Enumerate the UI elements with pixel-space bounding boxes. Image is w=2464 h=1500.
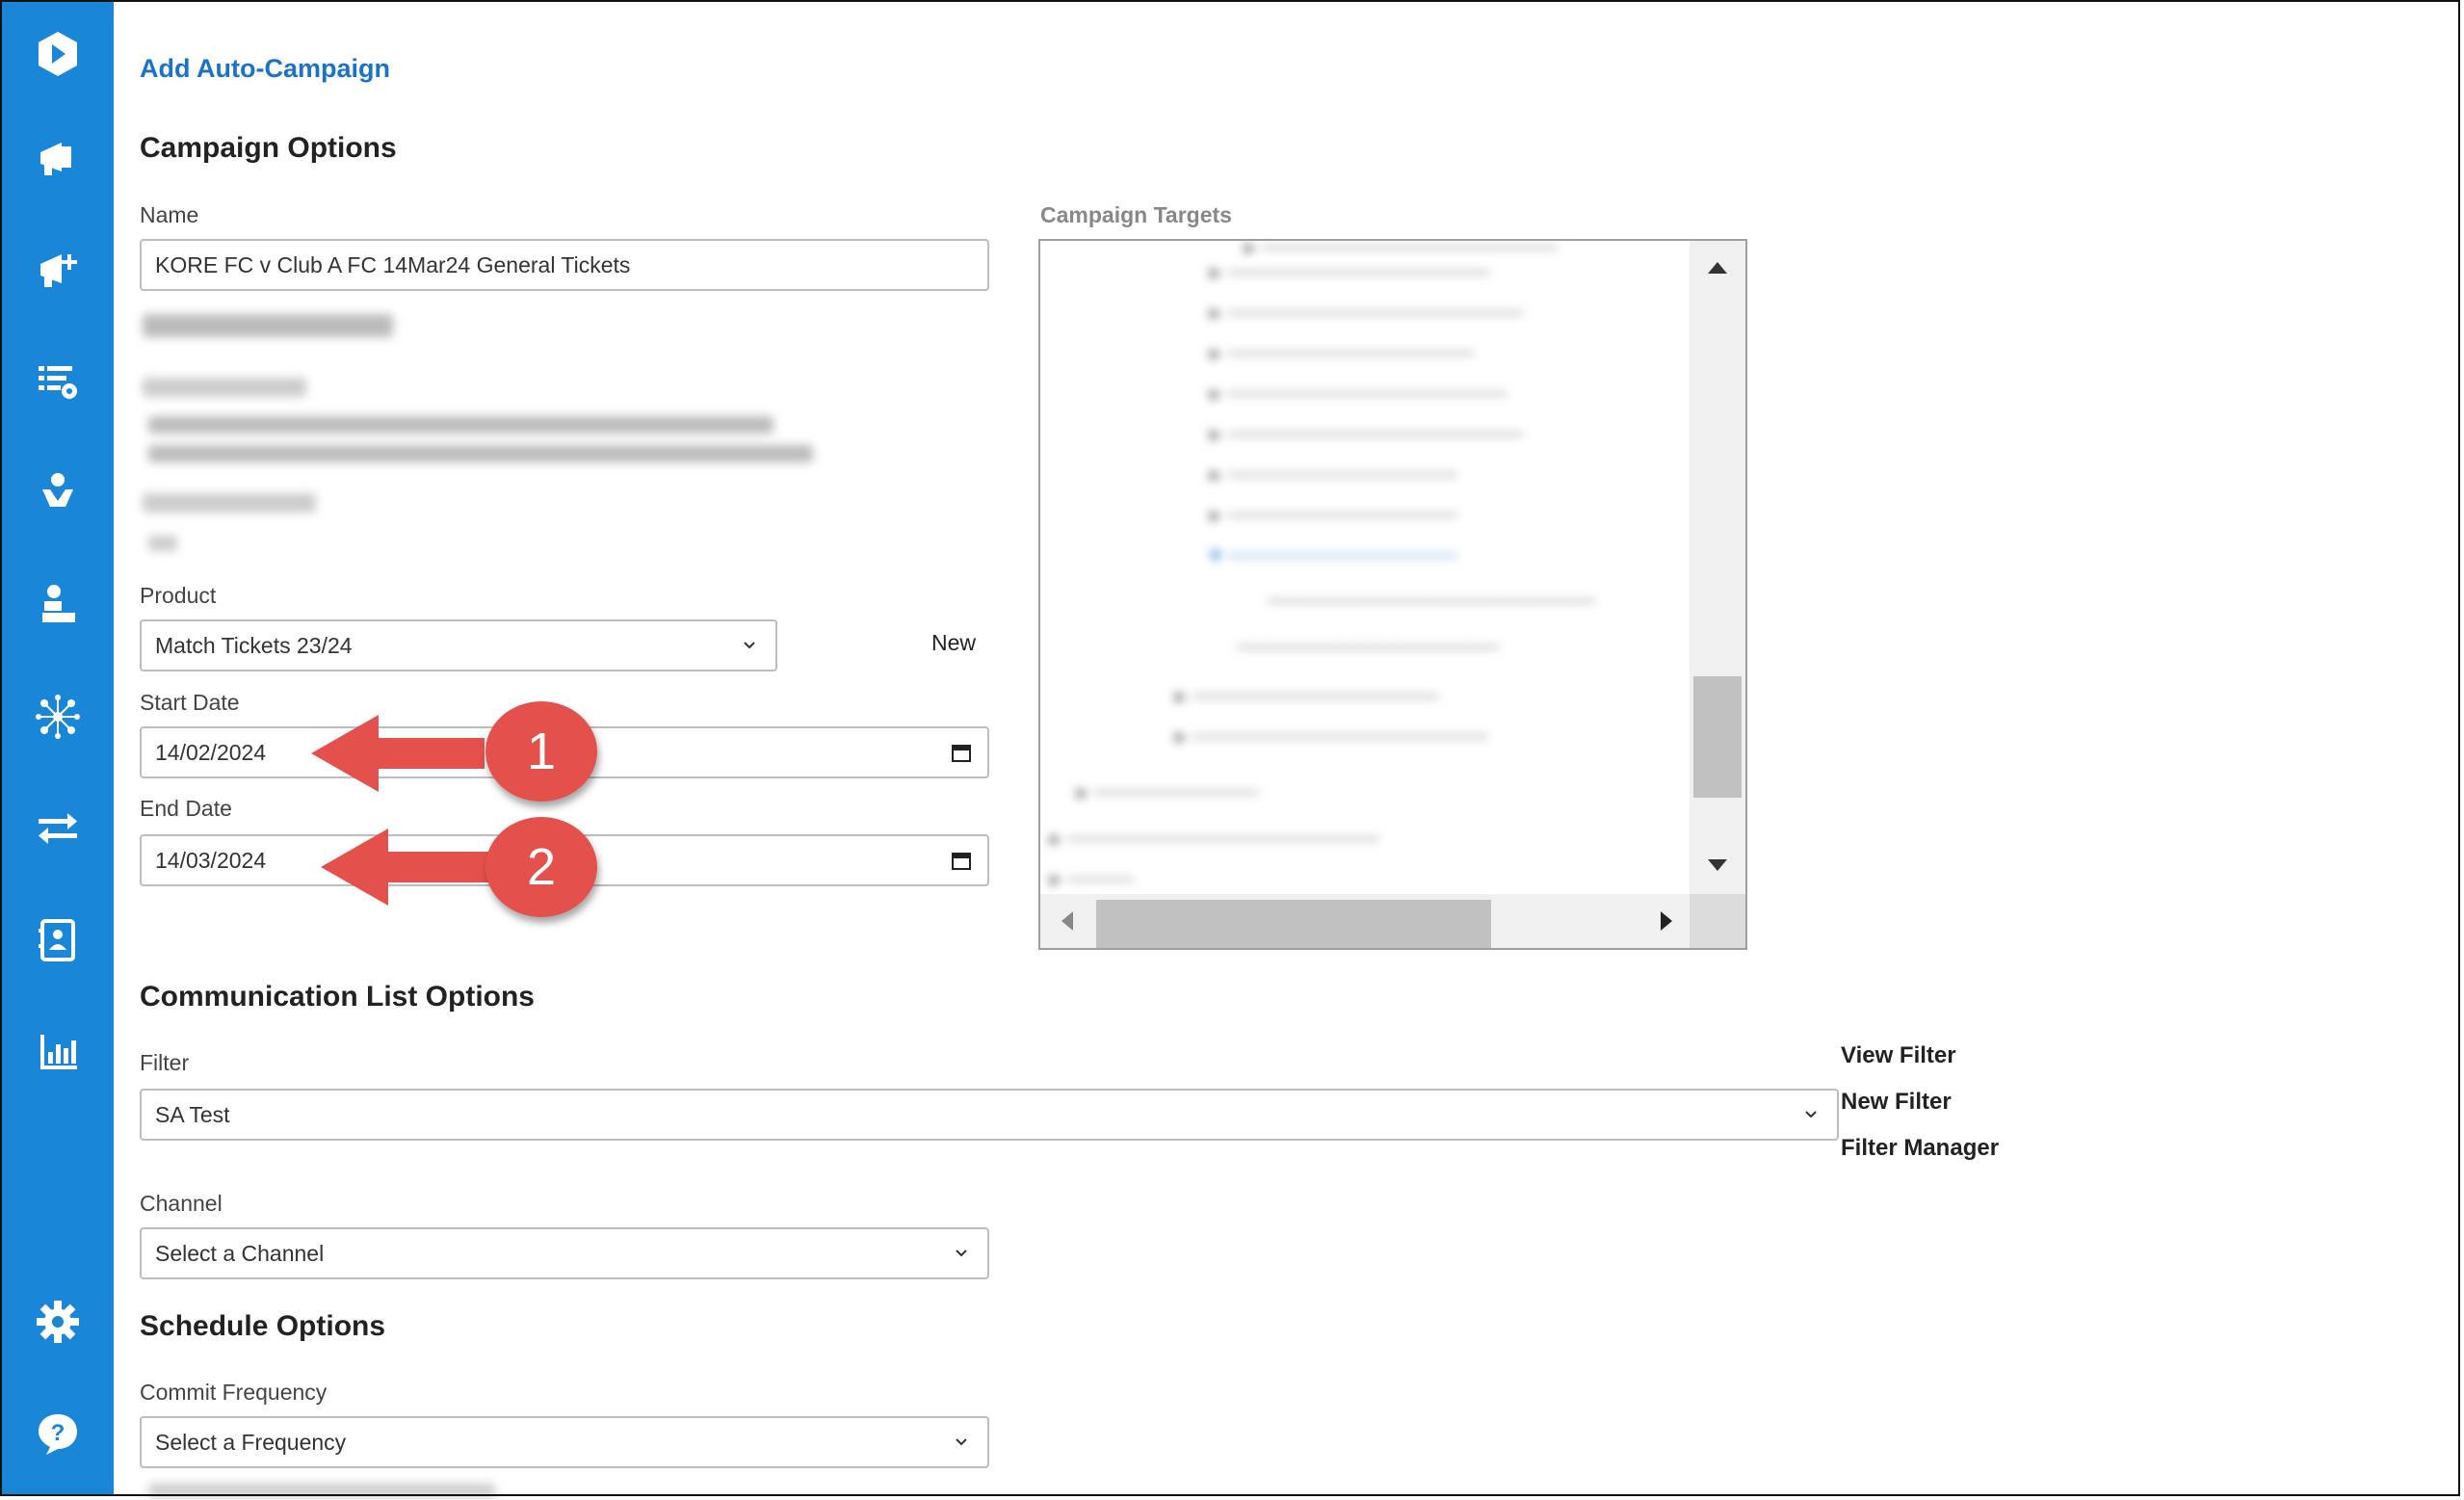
campaign-targets-label: Campaign Targets xyxy=(1040,202,1232,227)
filter-label: Filter xyxy=(140,1050,190,1075)
campaign-options-heading: Campaign Options xyxy=(140,132,397,164)
filter-select[interactable]: SA Test xyxy=(140,1089,1839,1141)
tree-item-blurred[interactable]: ▸ ────────── xyxy=(1077,778,1259,806)
tree-item-blurred[interactable]: ──────────────────── xyxy=(1268,588,1595,615)
tree-item-blurred[interactable]: ▾ ────────────── xyxy=(1210,541,1457,569)
new-product-link[interactable]: New xyxy=(931,630,976,656)
scroll-left-icon[interactable] xyxy=(1060,909,1075,933)
scroll-up-icon[interactable] xyxy=(1706,260,1729,276)
calendar-icon[interactable] xyxy=(951,850,972,871)
annotation-badge-2: 2 xyxy=(485,817,597,917)
tree-item-blurred[interactable]: ▸ ─────────────────── xyxy=(1050,825,1379,853)
chevron-down-icon xyxy=(956,1250,967,1257)
tree-item-blurred[interactable]: ▸ ────────────────── xyxy=(1210,299,1523,327)
megaphone-add-icon[interactable] xyxy=(23,235,92,304)
filter-value: SA Test xyxy=(155,1101,230,1127)
tree-item-blurred[interactable]: ▸ ────────────────── xyxy=(1210,420,1523,448)
channel-select[interactable]: Select a Channel xyxy=(140,1227,989,1279)
commit-frequency-value: Select a Frequency xyxy=(155,1429,347,1455)
blurred-email xyxy=(143,314,393,343)
blurred-label xyxy=(143,378,306,403)
tree-item-blurred[interactable]: ▸ ────────────────── xyxy=(1175,723,1488,750)
tree-item-blurred[interactable]: ▸ ─────────────── xyxy=(1210,339,1474,367)
horizontal-scrollbar[interactable] xyxy=(1040,894,1693,948)
annotation-badge-1: 1 xyxy=(485,701,597,802)
blurred-next-label xyxy=(148,1484,495,1497)
new-filter-link[interactable]: New Filter xyxy=(1841,1089,1952,1116)
view-filter-link[interactable]: View Filter xyxy=(1841,1042,1956,1069)
chevron-down-icon xyxy=(744,642,755,649)
vertical-scroll-thumb[interactable] xyxy=(1693,676,1742,798)
transfer-icon[interactable] xyxy=(23,794,92,863)
filter-manager-link[interactable]: Filter Manager xyxy=(1841,1135,1999,1162)
tree-item-blurred[interactable]: ▸ ────────────── xyxy=(1210,461,1457,488)
svg-text:?: ? xyxy=(51,1420,66,1446)
campaign-targets-tree[interactable]: ▸ ────────────────── ▸ ──────────────── … xyxy=(1038,239,1747,950)
blurred-product-id-value xyxy=(148,536,177,557)
main-content: Add Auto-Campaign Campaign Options Name … xyxy=(114,0,2464,1500)
name-field[interactable]: KORE FC v Club A FC 14Mar24 General Tick… xyxy=(140,239,989,291)
horizontal-scroll-thumb[interactable] xyxy=(1096,900,1491,948)
logo-icon[interactable] xyxy=(23,19,92,89)
settings-icon[interactable] xyxy=(23,1287,92,1356)
name-label: Name xyxy=(140,202,199,227)
end-date-label: End Date xyxy=(140,796,232,821)
megaphone-icon[interactable] xyxy=(23,123,92,193)
tree-item-blurred[interactable]: ▸ ───────────────── xyxy=(1210,380,1507,408)
product-select[interactable]: Match Tickets 23/24 xyxy=(140,619,777,671)
commit-frequency-label: Commit Frequency xyxy=(140,1380,328,1405)
scrollbar-corner xyxy=(1690,894,1745,948)
tree-item-blurred[interactable]: ▸ ────────────── xyxy=(1210,501,1457,529)
product-label: Product xyxy=(140,583,217,608)
channel-label: Channel xyxy=(140,1191,223,1216)
tree-item-blurred[interactable]: ▸ ──── xyxy=(1050,865,1134,893)
tree-item-blurred[interactable]: ▸ ─────────────── xyxy=(1175,682,1439,710)
list-settings-icon[interactable] xyxy=(23,347,92,416)
vertical-scrollbar[interactable] xyxy=(1690,241,1745,898)
bar-chart-icon[interactable] xyxy=(23,1017,92,1087)
calendar-icon[interactable] xyxy=(951,742,972,763)
tree-item-blurred[interactable]: ──────────────── xyxy=(1237,634,1499,661)
channel-value: Select a Channel xyxy=(155,1240,325,1266)
blurred-product-id-label xyxy=(143,493,316,518)
scroll-down-icon[interactable] xyxy=(1706,857,1729,873)
name-value: KORE FC v Club A FC 14Mar24 General Tick… xyxy=(155,251,631,277)
scroll-right-icon[interactable] xyxy=(1659,909,1674,933)
start-date-label: Start Date xyxy=(140,690,240,715)
blurred-description xyxy=(148,416,813,470)
commit-frequency-select[interactable]: Select a Frequency xyxy=(140,1416,989,1468)
chevron-down-icon xyxy=(956,1438,967,1446)
network-icon[interactable] xyxy=(23,682,92,751)
product-value: Match Tickets 23/24 xyxy=(155,632,353,658)
sidebar: ? xyxy=(2,2,114,1496)
chevron-down-icon xyxy=(1805,1111,1817,1118)
contact-card-icon[interactable] xyxy=(23,906,92,975)
page-title: Add Auto-Campaign xyxy=(140,54,390,83)
person-heart-icon[interactable] xyxy=(23,459,92,528)
communication-list-options-heading: Communication List Options xyxy=(140,981,535,1013)
help-icon[interactable]: ? xyxy=(23,1399,92,1468)
tree-item-blurred[interactable]: ▸ ──────────────── xyxy=(1210,258,1490,286)
schedule-options-heading: Schedule Options xyxy=(140,1310,386,1342)
person-desk-icon[interactable] xyxy=(23,570,92,640)
